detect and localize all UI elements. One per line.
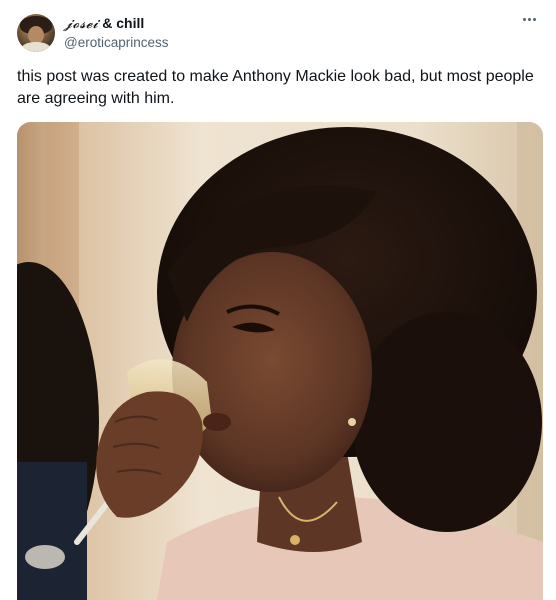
more-options-button[interactable]	[518, 12, 540, 26]
more-horizontal-icon-dot-2	[527, 17, 531, 21]
author-info: 𝓳𝓸𝓼𝓮𝓲 & chill @eroticaprincess	[64, 14, 169, 52]
necklace-pendant	[290, 535, 300, 545]
more-horizontal-icon-dot-3	[532, 17, 536, 21]
display-name[interactable]: 𝓳𝓸𝓼𝓮𝓲 & chill	[64, 14, 169, 33]
author-handle[interactable]: @eroticaprincess	[64, 34, 169, 52]
avatar-body	[21, 42, 51, 52]
background-person-clothes	[17, 462, 87, 600]
tweet-media[interactable]	[17, 122, 543, 600]
profile-avatar[interactable]	[17, 14, 55, 52]
tweet-card: 𝓳𝓸𝓼𝓮𝓲 & chill @eroticaprincess this post…	[0, 0, 556, 600]
earring	[348, 418, 356, 426]
glass-base	[25, 545, 65, 569]
media-image	[17, 122, 543, 600]
lips	[203, 413, 231, 431]
display-name-fancy: 𝓳𝓸𝓼𝓮𝓲	[64, 16, 99, 32]
hair-right	[352, 312, 542, 532]
tweet-text: this post was created to make Anthony Ma…	[17, 68, 534, 107]
more-horizontal-icon	[522, 17, 526, 21]
display-name-rest: & chill	[102, 15, 145, 31]
